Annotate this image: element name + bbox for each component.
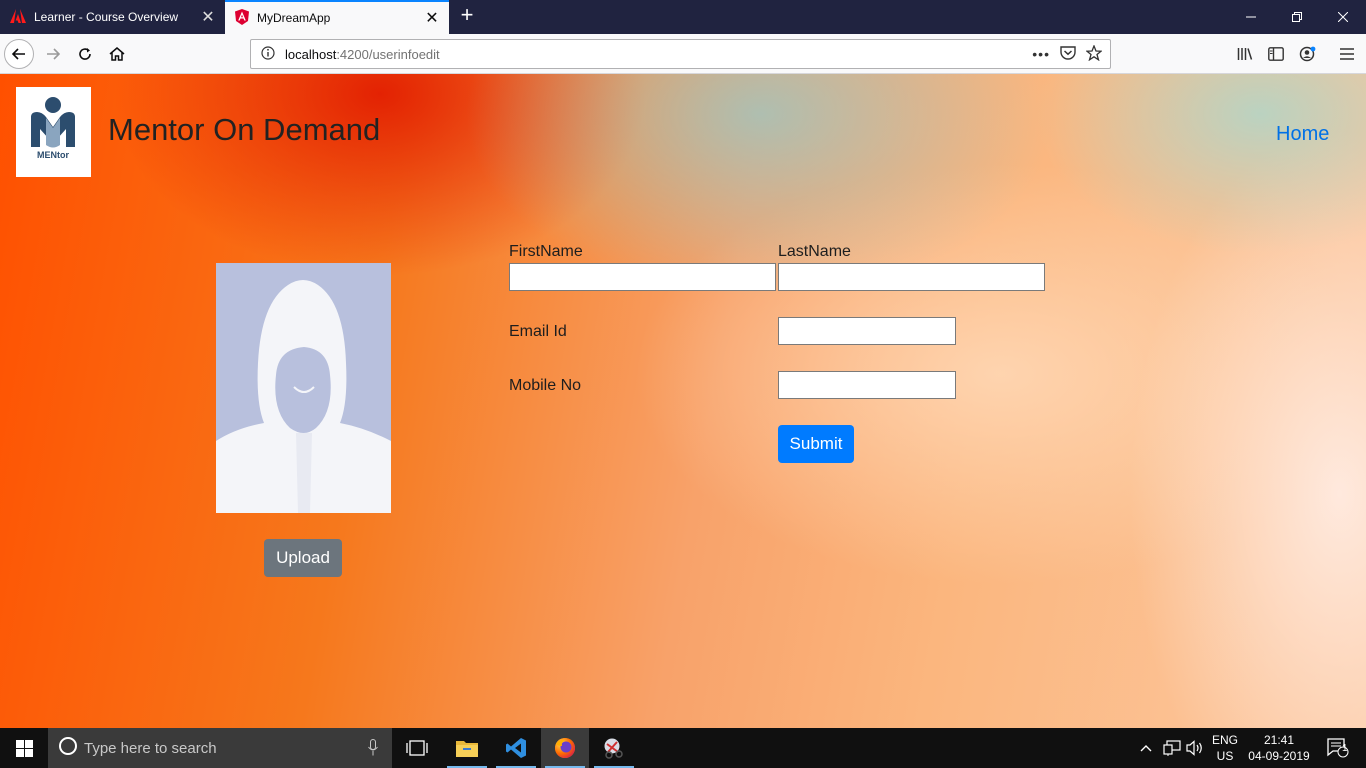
minimize-icon[interactable] — [1228, 0, 1274, 34]
adobe-icon — [10, 8, 26, 26]
windows-taskbar: Type here to search ENG US 21:41 04-09-2… — [0, 728, 1366, 768]
clock[interactable]: 21:41 04-09-2019 — [1244, 732, 1314, 764]
file-explorer-icon[interactable] — [443, 728, 491, 768]
menu-hamburger-icon[interactable] — [1332, 39, 1362, 69]
tab-learner-course-overview[interactable]: Learner - Course Overview ✕ — [0, 0, 225, 34]
submit-button[interactable]: Submit — [778, 425, 854, 463]
clock-time: 21:41 — [1263, 733, 1295, 747]
cortana-circle-icon — [58, 736, 78, 760]
volume-icon[interactable] — [1184, 728, 1206, 768]
language-indicator[interactable]: ENG US — [1208, 732, 1242, 764]
profile-avatar-placeholder — [216, 263, 391, 513]
pocket-icon[interactable] — [1060, 45, 1076, 63]
account-icon[interactable] — [1293, 39, 1323, 69]
url-host: localhost — [285, 46, 337, 62]
new-tab-plus-icon[interactable]: + — [455, 4, 479, 28]
vscode-icon[interactable] — [492, 728, 540, 768]
snipping-tool-icon[interactable] — [590, 728, 638, 768]
email-label: Email Id — [509, 323, 567, 340]
page-actions-icon[interactable]: ••• — [1032, 46, 1050, 62]
library-icon[interactable] — [1230, 39, 1260, 69]
restore-icon[interactable] — [1274, 0, 1320, 34]
home-icon[interactable] — [102, 39, 132, 69]
reload-icon[interactable] — [70, 39, 100, 69]
last-name-label: LastName — [778, 243, 851, 260]
last-name-input[interactable] — [778, 263, 1045, 291]
action-center-icon[interactable]: 1 — [1318, 728, 1358, 768]
back-button[interactable] — [4, 39, 34, 69]
windows-start-icon[interactable] — [0, 728, 48, 768]
bookmark-star-icon[interactable] — [1085, 43, 1103, 64]
first-name-label: FirstName — [509, 243, 583, 260]
keyboard-layout: US — [1216, 749, 1234, 763]
network-icon[interactable] — [1160, 728, 1184, 768]
sidebar-icon[interactable] — [1261, 39, 1291, 69]
brand-title: Mentor On Demand — [108, 112, 381, 147]
angular-icon — [235, 8, 249, 28]
task-view-icon[interactable] — [395, 728, 439, 768]
taskbar-search-box[interactable]: Type here to search — [48, 728, 392, 768]
address-bar[interactable]: localhost:4200/userinfoedit ••• — [250, 39, 1111, 69]
clock-date: 04-09-2019 — [1248, 749, 1310, 763]
forward-arrow-icon[interactable] — [38, 39, 68, 69]
show-hidden-icons-chevron-icon[interactable] — [1137, 728, 1155, 768]
logo-text: MENtor — [37, 150, 69, 160]
window-close-icon[interactable] — [1320, 0, 1366, 34]
microphone-icon[interactable] — [368, 739, 378, 760]
close-icon[interactable]: ✕ — [197, 7, 219, 27]
mobile-label: Mobile No — [509, 377, 582, 394]
firefox-icon[interactable] — [541, 728, 589, 768]
url-path: :4200/userinfoedit — [336, 46, 440, 62]
upload-button[interactable]: Upload — [264, 539, 342, 577]
browser-nav-bar: localhost:4200/userinfoedit ••• — [0, 34, 1366, 74]
nav-home-link[interactable]: Home — [1276, 123, 1329, 146]
language-code: ENG — [1211, 733, 1238, 747]
first-name-input[interactable] — [509, 263, 776, 291]
mentor-logo[interactable]: MENtor — [16, 87, 91, 177]
tab-title: Learner - Course Overview — [34, 10, 179, 24]
taskbar-search-placeholder: Type here to search — [84, 739, 217, 757]
back-arrow-icon — [4, 39, 34, 69]
tab-title: MyDreamApp — [257, 11, 331, 25]
mobile-input[interactable] — [778, 371, 956, 399]
notification-count: 1 — [1342, 743, 1348, 754]
page-info-icon[interactable] — [261, 45, 275, 63]
email-input[interactable] — [778, 317, 956, 345]
close-icon[interactable]: ✕ — [421, 8, 443, 28]
tab-mydreamapp[interactable]: MyDreamApp ✕ — [225, 0, 449, 34]
browser-tab-bar: Learner - Course Overview ✕ MyDreamApp ✕… — [0, 0, 1366, 34]
page-content: MENtor Mentor On Demand Home Upload Firs… — [0, 74, 1366, 728]
